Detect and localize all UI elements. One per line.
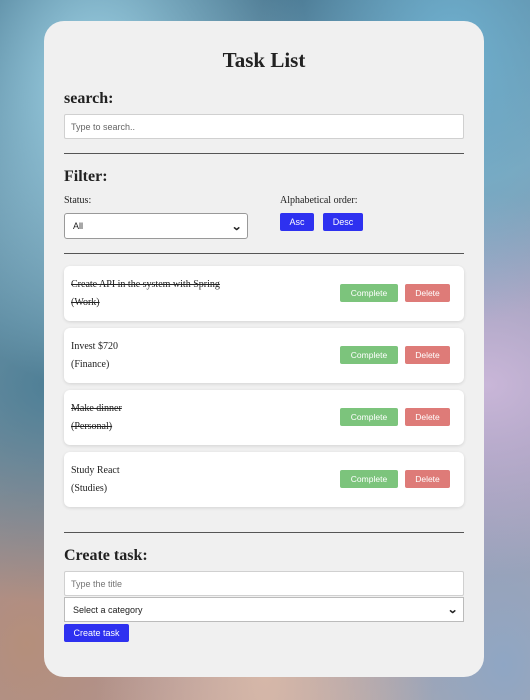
task-item: Study React (Studies) Complete Delete <box>64 452 464 507</box>
complete-button[interactable]: Complete <box>340 470 398 488</box>
page-title: Task List <box>222 48 306 72</box>
category-select[interactable]: Select a category ⌄ <box>64 597 464 622</box>
search-heading: search: <box>64 90 114 107</box>
task-list: Create API in the system with Spring (Wo… <box>64 266 464 507</box>
filter-controls: Status: All ⌄ Alphabetical order: Asc De… <box>64 195 464 239</box>
sort-asc-button[interactable]: Asc <box>280 213 314 231</box>
divider <box>64 253 464 254</box>
delete-button[interactable]: Delete <box>405 470 450 488</box>
divider <box>64 153 464 154</box>
delete-button[interactable]: Delete <box>405 346 450 364</box>
category-select-value: Select a category <box>73 604 143 615</box>
filter-heading: Filter: <box>64 168 108 185</box>
task-item: Make dinner (Personal) Complete Delete <box>64 390 464 445</box>
search-input[interactable] <box>64 114 464 139</box>
status-select[interactable]: All ⌄ <box>64 213 248 239</box>
chevron-down-icon: ⌄ <box>230 220 242 233</box>
divider <box>64 532 464 533</box>
delete-button[interactable]: Delete <box>405 408 450 426</box>
complete-button[interactable]: Complete <box>340 346 398 364</box>
status-label: Status: <box>64 195 92 206</box>
task-item: Create API in the system with Spring (Wo… <box>64 266 464 321</box>
create-task-button[interactable]: Create task <box>64 624 129 642</box>
order-group: Alphabetical order: Asc Desc <box>280 195 464 239</box>
complete-button[interactable]: Complete <box>340 284 398 302</box>
order-label: Alphabetical order: <box>280 195 358 206</box>
create-heading: Create task: <box>64 547 148 564</box>
complete-button[interactable]: Complete <box>340 408 398 426</box>
chevron-down-icon: ⌄ <box>446 604 458 616</box>
status-select-value: All <box>73 221 84 231</box>
sort-desc-button[interactable]: Desc <box>323 213 363 231</box>
delete-button[interactable]: Delete <box>405 284 450 302</box>
task-app-card: Task List search: Filter: Status: All ⌄ … <box>44 21 484 677</box>
task-item: Invest $720 (Finance) Complete Delete <box>64 328 464 383</box>
status-filter-group: Status: All ⌄ <box>64 195 248 239</box>
task-title-input[interactable] <box>64 571 464 596</box>
